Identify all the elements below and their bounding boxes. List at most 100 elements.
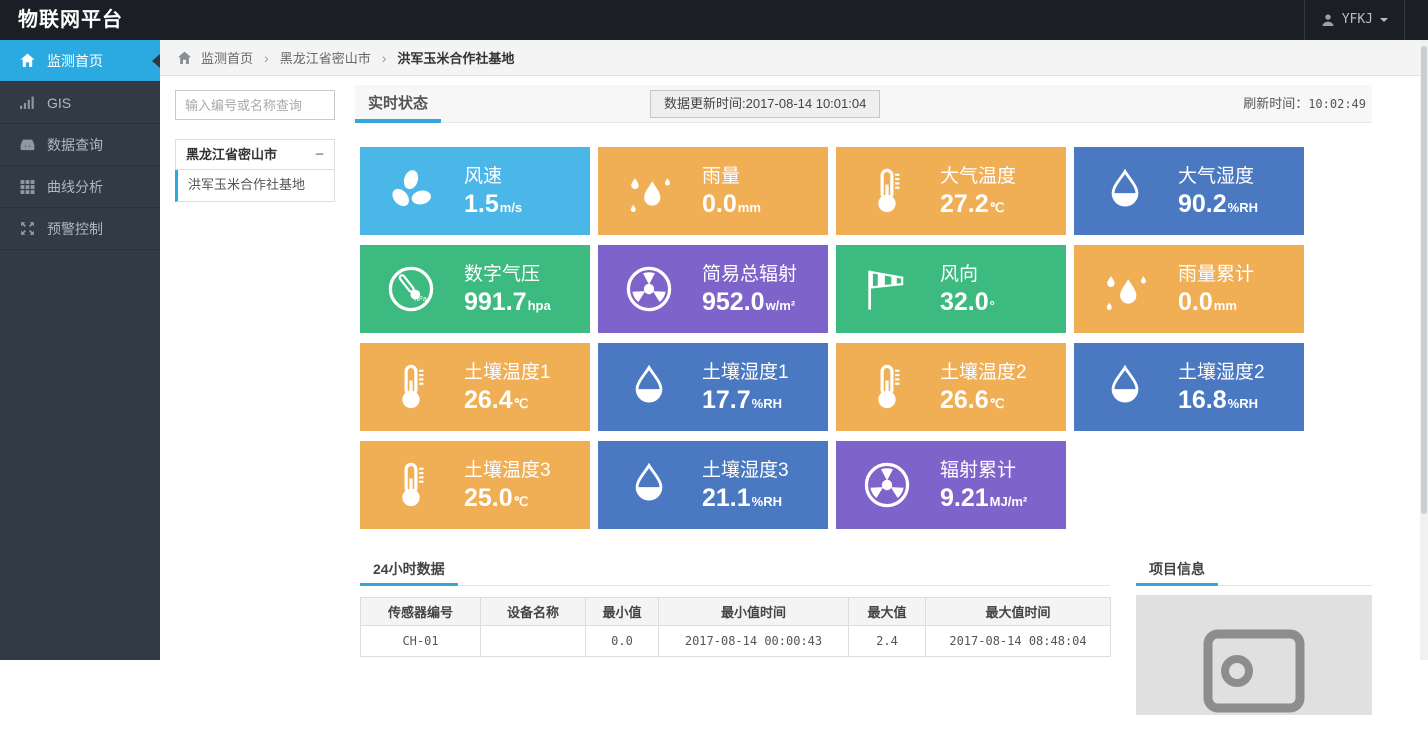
windsock-icon [860, 262, 914, 316]
raindrops-icon [622, 164, 676, 218]
metric-unit: hpa [528, 298, 551, 313]
sensor-table: 传感器编号设备名称最小值最小值时间最大值最大值时间 CH-010.02017-0… [360, 597, 1111, 657]
tab-realtime-status[interactable]: 实时状态 [355, 85, 441, 123]
breadcrumb-item[interactable]: 监测首页 [201, 48, 253, 67]
thermometer-icon [860, 360, 914, 414]
metric-value: 17.7%RH [702, 387, 789, 417]
metric-label: 土壤湿度3 [702, 455, 789, 482]
user-name: YFKJ [1342, 0, 1373, 40]
app-header: 物联网平台 YFKJ [0, 0, 1428, 40]
tree-node-station[interactable]: 洪军玉米合作社基地 [175, 170, 335, 202]
metric-card: 风向32.0° [836, 245, 1066, 333]
metric-unit: ℃ [514, 494, 529, 509]
metric-value: 27.2℃ [940, 191, 1016, 221]
metric-unit: m/s [500, 200, 522, 215]
tab-24h-data[interactable]: 24小时数据 [360, 553, 458, 586]
droplet-icon [622, 360, 676, 414]
breadcrumb-item[interactable]: 黑龙江省密山市 [280, 48, 371, 67]
metric-card: 土壤湿度216.8%RH [1074, 343, 1304, 431]
vertical-scrollbar[interactable] [1420, 40, 1428, 660]
sidebar-item-label: 预警控制 [47, 219, 103, 239]
sidebar-item-label: 监测首页 [47, 51, 103, 71]
metric-card: 辐射累计9.21MJ/m² [836, 441, 1066, 529]
search-input[interactable] [175, 90, 335, 120]
table-cell: CH-01 [361, 626, 481, 657]
metric-label: 简易总辐射 [702, 259, 797, 286]
metric-label: 土壤温度1 [464, 357, 551, 384]
droplet-icon [1098, 360, 1152, 414]
metric-unit: %RH [752, 494, 782, 509]
tab-project-info[interactable]: 项目信息 [1136, 553, 1218, 586]
metric-unit: w/m² [766, 298, 796, 313]
refresh-time-value: 10:02:49 [1308, 97, 1366, 111]
metric-label: 大气湿度 [1178, 161, 1258, 188]
data-update-time-button[interactable]: 数据更新时间:2017-08-14 10:01:04 [650, 90, 880, 118]
content-area: 黑龙江省密山市 − 洪军玉米合作社基地 实时状态 数据更新时间:2017-08-… [160, 77, 1428, 660]
metric-card: 简易总辐射952.0w/m² [598, 245, 828, 333]
table-cell: 2017-08-14 08:48:04 [926, 626, 1111, 657]
project-info-toolbar: 项目信息 [1136, 553, 1372, 586]
table-row: CH-010.02017-08-14 00:00:432.42017-08-14… [361, 626, 1111, 657]
collapse-minus-icon[interactable]: − [315, 140, 324, 169]
sidebar-item-label: 数据查询 [47, 135, 103, 155]
metric-card: 土壤温度226.6℃ [836, 343, 1066, 431]
tree-node-city[interactable]: 黑龙江省密山市 − [175, 139, 335, 170]
breadcrumb-separator: › [382, 50, 387, 66]
image-placeholder-icon [1199, 595, 1309, 715]
metric-unit: mm [738, 200, 761, 215]
metric-value: 26.6℃ [940, 387, 1027, 417]
metric-label: 雨量 [702, 161, 761, 188]
grid-icon [20, 179, 35, 194]
user-menu[interactable]: YFKJ [1304, 0, 1405, 40]
realtime-toolbar: 实时状态 数据更新时间:2017-08-14 10:01:04 刷新时间：10:… [355, 85, 1372, 123]
table-cell: 2.4 [849, 626, 926, 657]
metric-label: 土壤湿度1 [702, 357, 789, 384]
radiation-icon [622, 262, 676, 316]
breadcrumb-separator: › [264, 50, 269, 66]
sidebar: 监测首页 GIS 数据查询曲线分析预警控制 [0, 40, 160, 660]
metric-card: 雨量累计0.0mm [1074, 245, 1304, 333]
arrows-icon [20, 221, 35, 236]
signal-bars-icon [20, 95, 35, 110]
thermometer-icon [860, 164, 914, 218]
metric-card: 雨量0.0mm [598, 147, 828, 235]
metric-label: 风速 [464, 161, 522, 188]
metric-value: 25.0℃ [464, 485, 551, 515]
app-title: 物联网平台 [18, 0, 123, 40]
metric-card: 风速1.5m/s [360, 147, 590, 235]
metric-value: 16.8%RH [1178, 387, 1265, 417]
breadcrumb: 监测首页›黑龙江省密山市›洪军玉米合作社基地 [160, 40, 1428, 76]
metric-card: 土壤温度325.0℃ [360, 441, 590, 529]
table-column-header: 传感器编号 [361, 598, 481, 626]
tree-node-city-label: 黑龙江省密山市 [186, 140, 277, 169]
metric-value: 21.1%RH [702, 485, 789, 515]
metric-card: 土壤温度1 26.4℃ [360, 343, 590, 431]
metric-label: 数字气压 [464, 259, 551, 286]
pressure-icon: hPa [384, 262, 438, 316]
sidebar-item-label: GIS [47, 95, 71, 111]
home-icon [20, 53, 35, 68]
droplet-icon [622, 458, 676, 512]
metric-value: 26.4℃ [464, 387, 551, 417]
fan-icon [384, 164, 438, 218]
sidebar-item-label: 曲线分析 [47, 177, 103, 197]
metric-unit: ℃ [514, 396, 529, 411]
metric-unit: %RH [752, 396, 782, 411]
sidebar-item-gis[interactable]: GIS [0, 82, 160, 124]
table-column-header: 最大值 [849, 598, 926, 626]
metric-unit: mm [1214, 298, 1237, 313]
caret-down-icon [1380, 18, 1388, 26]
sidebar-item-alert-control[interactable]: 预警控制 [0, 208, 160, 250]
table-cell: 2017-08-14 00:00:43 [659, 626, 849, 657]
sidebar-item-data-query[interactable]: 数据查询 [0, 124, 160, 166]
sidebar-item-curve-analysis[interactable]: 曲线分析 [0, 166, 160, 208]
table-column-header: 最小值 [586, 598, 659, 626]
metric-unit: %RH [1228, 396, 1258, 411]
sidebar-item-monitor-home[interactable]: 监测首页 [0, 40, 160, 82]
metric-card: 土壤湿度3 21.1%RH [598, 441, 828, 529]
scrollbar-thumb[interactable] [1421, 46, 1427, 514]
metric-unit: ℃ [990, 200, 1005, 215]
metric-label: 大气温度 [940, 161, 1016, 188]
table-column-header: 最大值时间 [926, 598, 1111, 626]
daily-data-section: 24小时数据 传感器编号设备名称最小值最小值时间最大值最大值时间 CH-010.… [360, 553, 1110, 657]
